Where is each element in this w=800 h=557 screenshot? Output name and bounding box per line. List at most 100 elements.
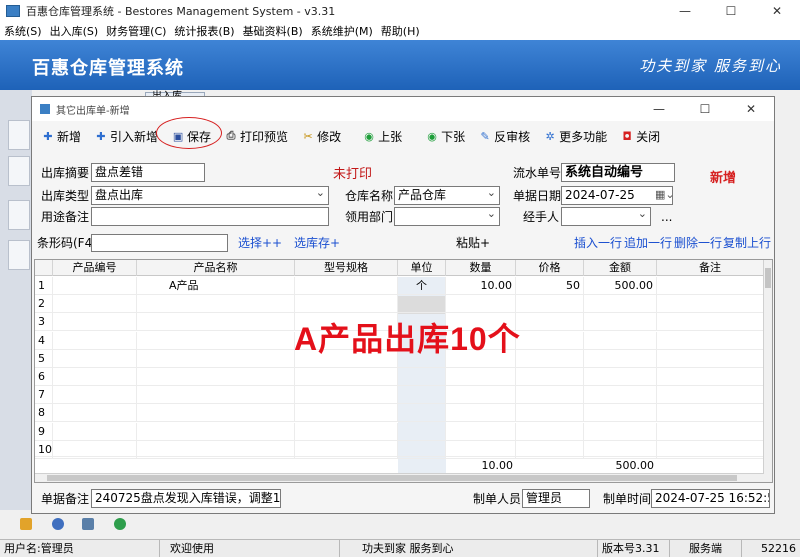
cell-product-name[interactable] (137, 386, 295, 405)
key-icon[interactable] (20, 518, 32, 530)
grid-horizontal-scrollbar[interactable] (35, 473, 764, 482)
serial-input[interactable]: 系统自动编号 (561, 163, 675, 182)
menu-basic-data[interactable]: 基础资料(B) (243, 23, 303, 39)
barcode-input[interactable] (91, 234, 228, 252)
edit-button[interactable]: ✂ 修改 (302, 128, 341, 145)
search-doc-icon[interactable] (82, 518, 94, 530)
cell-product-code[interactable] (53, 368, 137, 386)
dialog-maximize-button[interactable]: ☐ (682, 98, 728, 120)
time-input[interactable]: 2024-07-25 16:52:59 (651, 489, 770, 508)
warehouse-select[interactable]: 产品仓库 (394, 186, 500, 205)
more-functions-button[interactable]: ✲ 更多功能 (544, 128, 608, 145)
cell-remark[interactable] (657, 404, 764, 423)
dialog-minimize-button[interactable]: — (636, 98, 682, 120)
cell-remark[interactable] (657, 368, 764, 386)
cell-price[interactable] (516, 368, 584, 386)
cell-remark[interactable] (657, 313, 764, 332)
cell-product-name[interactable] (137, 313, 295, 332)
cell-product-code[interactable] (53, 349, 137, 368)
table-row[interactable]: 7 (35, 386, 764, 405)
cell-amount[interactable] (584, 331, 657, 350)
menu-finance[interactable]: 财务管理(C) (106, 23, 166, 39)
import-new-button[interactable]: ✚ 引入新增 (95, 128, 158, 145)
maximize-button[interactable]: ☐ (708, 0, 754, 22)
creator-input[interactable]: 管理员 (522, 489, 590, 508)
menu-reports[interactable]: 统计报表(B) (174, 23, 234, 39)
dept-select[interactable] (394, 207, 500, 226)
cell-spec[interactable] (295, 368, 398, 386)
grid-vertical-scrollbar[interactable] (763, 260, 772, 482)
cell-price[interactable]: 50 (516, 277, 584, 295)
menu-system[interactable]: 系统(S) (4, 23, 42, 39)
close-dialog-button[interactable]: ◘ 关闭 (621, 128, 661, 145)
menu-inout[interactable]: 出入库(S) (50, 23, 99, 39)
choose-stock-link[interactable]: 选库存+ (294, 234, 340, 252)
cell-price[interactable] (516, 404, 584, 423)
items-grid[interactable]: 产品编号 产品名称 型号规格 单位 数量 价格 金额 备注 1 A产品个 10.00… (34, 259, 773, 483)
cell-remark[interactable] (657, 349, 764, 368)
cell-product-code[interactable] (53, 331, 137, 350)
cell-product-code[interactable] (53, 422, 137, 441)
cell-amount[interactable] (584, 404, 657, 423)
cell-amount[interactable] (584, 313, 657, 332)
cell-unit[interactable] (398, 295, 446, 314)
cell-price[interactable] (516, 422, 584, 441)
purpose-input[interactable] (91, 207, 329, 226)
cell-amount[interactable]: 500.00 (584, 277, 657, 295)
cell-remark[interactable] (657, 386, 764, 405)
menu-help[interactable]: 帮助(H) (381, 23, 420, 39)
append-row-link[interactable]: 追加一行 (624, 234, 672, 252)
header-amount[interactable]: 金额 (584, 260, 657, 276)
refresh-icon[interactable] (114, 518, 126, 530)
print-preview-button[interactable]: ⎙ 打印预览 (225, 128, 288, 145)
cell-product-code[interactable] (53, 386, 137, 405)
unaudit-button[interactable]: ✎ 反审核 (479, 128, 531, 145)
cell-qty[interactable]: 10.00 (446, 277, 516, 295)
table-row[interactable]: 6 (35, 368, 764, 386)
choose-more-link[interactable]: 选择++ (238, 234, 282, 252)
cell-unit[interactable] (398, 422, 446, 441)
menu-maintenance[interactable]: 系统维护(M) (311, 23, 373, 39)
cell-product-name[interactable] (137, 295, 295, 314)
header-spec[interactable]: 型号规格 (295, 260, 398, 276)
cell-product-name[interactable] (137, 404, 295, 423)
header-product-name[interactable]: 产品名称 (137, 260, 295, 276)
cell-product-name[interactable]: A产品 (137, 277, 295, 295)
next-button[interactable]: ◉ 下张 (426, 128, 465, 145)
prev-button[interactable]: ◉ 上张 (363, 128, 402, 145)
cell-spec[interactable] (295, 422, 398, 441)
cell-amount[interactable] (584, 386, 657, 405)
cell-remark[interactable] (657, 295, 764, 314)
cell-product-code[interactable] (53, 277, 137, 295)
calendar-icon[interactable]: ▦⌄ (655, 188, 675, 201)
cell-remark[interactable] (657, 277, 764, 295)
table-row[interactable]: 2 (35, 295, 764, 314)
insert-row-link[interactable]: 插入一行 (574, 234, 622, 252)
new-button[interactable]: ✚ 新增 (42, 128, 81, 145)
header-unit[interactable]: 单位 (398, 260, 446, 276)
cell-unit[interactable] (398, 368, 446, 386)
header-product-code[interactable]: 产品编号 (53, 260, 137, 276)
cell-product-code[interactable] (53, 313, 137, 332)
cell-price[interactable] (516, 313, 584, 332)
cell-amount[interactable] (584, 295, 657, 314)
minimize-button[interactable]: — (662, 0, 708, 22)
cell-spec[interactable] (295, 386, 398, 405)
table-row[interactable]: 9 (35, 422, 764, 441)
handler-select[interactable] (561, 207, 651, 226)
header-qty[interactable]: 数量 (446, 260, 516, 276)
cell-amount[interactable] (584, 349, 657, 368)
delete-row-link[interactable]: 删除一行 (674, 234, 722, 252)
scroll-thumb[interactable] (765, 268, 771, 288)
dialog-close-button[interactable]: ✕ (728, 98, 774, 120)
cell-product-name[interactable] (137, 331, 295, 350)
cell-spec[interactable] (295, 404, 398, 423)
cell-qty[interactable] (446, 368, 516, 386)
summary-input[interactable]: 盘点差错 (91, 163, 205, 182)
table-row[interactable]: 8 (35, 404, 764, 423)
handler-more-button[interactable]: ... (661, 207, 672, 227)
remark-input[interactable]: 240725盘点发现入库错误，调整10件 (91, 489, 281, 508)
cell-product-code[interactable] (53, 295, 137, 314)
cell-qty[interactable] (446, 295, 516, 314)
cell-amount[interactable] (584, 368, 657, 386)
